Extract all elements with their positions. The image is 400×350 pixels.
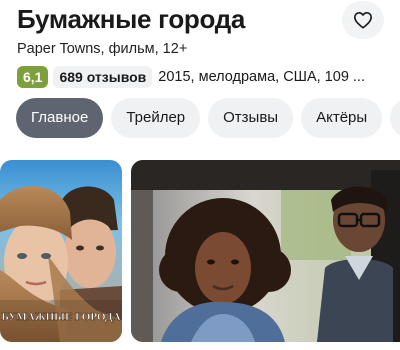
film-still-image[interactable]	[131, 160, 400, 342]
poster-image[interactable]: БУМАЖНЫЕ ГОРОДА	[0, 160, 122, 342]
tab-more[interactable]: В	[390, 98, 400, 138]
meta-row: 6,1 689 отзывов 2015, мелодрама, США, 10…	[17, 65, 400, 89]
tab-main[interactable]: Главное	[16, 98, 104, 138]
rating-badge[interactable]: 6,1	[17, 66, 49, 88]
favorite-button[interactable]	[342, 1, 384, 39]
film-subtitle: Paper Towns, фильм, 12+	[17, 41, 188, 57]
tab-bar: Главное Трейлер Отзывы Актёры В	[16, 98, 400, 138]
poster-caption: БУМАЖНЫЕ ГОРОДА	[1, 311, 120, 323]
page-title: Бумажные города	[17, 4, 246, 34]
reviews-badge[interactable]: 689 отзывов	[53, 66, 153, 88]
tab-reviews[interactable]: Отзывы	[208, 98, 294, 138]
film-info: 2015, мелодрама, США, 109 ...	[158, 69, 365, 85]
tab-trailer[interactable]: Трейлер	[111, 98, 201, 138]
tab-actors[interactable]: Актёры	[301, 98, 383, 138]
heart-icon	[354, 11, 372, 29]
